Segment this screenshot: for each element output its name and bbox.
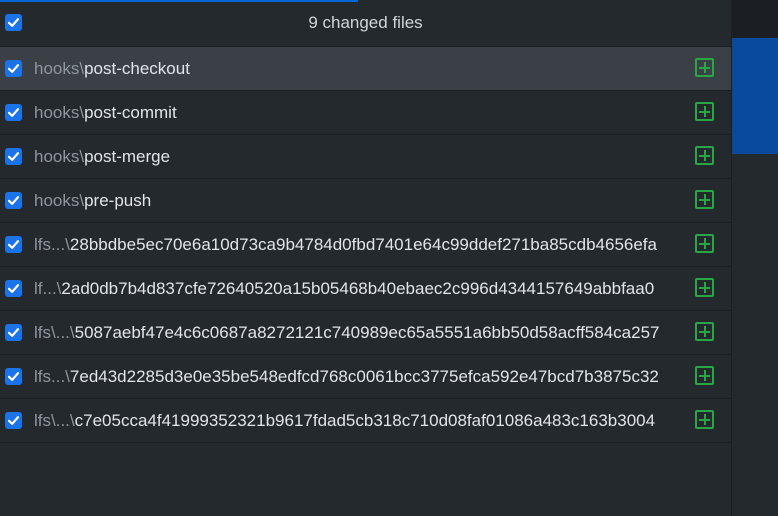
file-path: lf...\2ad0db7b4d837cfe72640520a15b05468b… <box>34 267 654 310</box>
file-checkbox[interactable] <box>5 412 22 429</box>
file-path: hooks\post-merge <box>34 135 170 178</box>
diff-pane-header <box>732 0 778 38</box>
file-checkbox[interactable] <box>5 60 22 77</box>
file-checkbox[interactable] <box>5 104 22 121</box>
checkmark-icon <box>7 416 20 425</box>
file-path: hooks\post-commit <box>34 91 177 134</box>
checkmark-icon <box>7 372 20 381</box>
changed-files-list: hooks\post-checkout hooks\post-commit hook… <box>0 47 731 443</box>
plus-square-icon <box>695 58 714 77</box>
changes-panel: 9 changed files hooks\post-checkout hooks… <box>0 0 732 516</box>
file-name: 2ad0db7b4d837cfe72640520a15b05468b40ebae… <box>61 279 655 298</box>
plus-square-icon <box>695 146 714 165</box>
plus-square-icon <box>695 102 714 121</box>
file-row[interactable]: lfs...\7ed43d2285d3e0e35be548edfcd768c00… <box>0 355 731 399</box>
diff-pane-highlight <box>732 38 778 154</box>
checkmark-icon <box>7 152 20 161</box>
select-all-checkbox[interactable] <box>5 14 22 31</box>
file-directory: lfs\...\ <box>34 323 75 342</box>
file-path: lfs...\7ed43d2285d3e0e35be548edfcd768c00… <box>34 355 659 398</box>
file-name: 7ed43d2285d3e0e35be548edfcd768c0061bcc37… <box>69 367 659 386</box>
checkmark-icon <box>7 196 20 205</box>
file-row[interactable]: lfs\...\5087aebf47e4c6c0687a8272121c7409… <box>0 311 731 355</box>
file-name: pre-push <box>84 191 152 210</box>
file-directory: hooks\ <box>34 191 85 210</box>
file-name: 5087aebf47e4c6c0687a8272121c740989ec65a5… <box>74 323 660 342</box>
progress-accent-bar <box>0 0 358 2</box>
file-name: post-commit <box>84 103 177 122</box>
file-row[interactable]: lfs...\28bbdbe5ec70e6a10d73ca9b4784d0fbd… <box>0 223 731 267</box>
file-checkbox[interactable] <box>5 324 22 341</box>
file-name: post-merge <box>84 147 171 166</box>
plus-square-icon <box>695 234 714 253</box>
file-directory: lfs...\ <box>34 235 70 254</box>
file-row[interactable]: hooks\pre-push <box>0 179 731 223</box>
checkmark-icon <box>7 18 20 27</box>
checkmark-icon <box>7 64 20 73</box>
diff-pane <box>732 0 778 516</box>
app-window: 9 changed files hooks\post-checkout hooks… <box>0 0 778 516</box>
file-row[interactable]: lf...\2ad0db7b4d837cfe72640520a15b05468b… <box>0 267 731 311</box>
file-row[interactable]: hooks\post-checkout <box>0 47 731 91</box>
file-path: lfs\...\c7e05cca4f41999352321b9617fdad5c… <box>34 399 655 442</box>
file-checkbox[interactable] <box>5 148 22 165</box>
file-name: c7e05cca4f41999352321b9617fdad5cb318c710… <box>74 411 656 430</box>
plus-square-icon <box>695 366 714 385</box>
file-row[interactable]: lfs\...\c7e05cca4f41999352321b9617fdad5c… <box>0 399 731 443</box>
checkmark-icon <box>7 108 20 117</box>
file-path: lfs...\28bbdbe5ec70e6a10d73ca9b4784d0fbd… <box>34 223 657 266</box>
plus-square-icon <box>695 322 714 341</box>
plus-square-icon <box>695 278 714 297</box>
file-name: 28bbdbe5ec70e6a10d73ca9b4784d0fbd7401e64… <box>69 235 657 254</box>
file-directory: lfs\...\ <box>34 411 75 430</box>
file-checkbox[interactable] <box>5 236 22 253</box>
plus-square-icon <box>695 410 714 429</box>
checkmark-icon <box>7 240 20 249</box>
file-directory: hooks\ <box>34 103 85 122</box>
file-name: post-checkout <box>84 59 190 78</box>
plus-square-icon <box>695 190 714 209</box>
file-row[interactable]: hooks\post-merge <box>0 135 731 179</box>
changed-files-count: 9 changed files <box>308 13 423 32</box>
file-directory: lf...\ <box>34 279 62 298</box>
file-checkbox[interactable] <box>5 280 22 297</box>
file-checkbox[interactable] <box>5 192 22 209</box>
file-checkbox[interactable] <box>5 368 22 385</box>
changes-header: 9 changed files <box>0 0 731 47</box>
file-directory: lfs...\ <box>34 367 70 386</box>
file-path: lfs\...\5087aebf47e4c6c0687a8272121c7409… <box>34 311 660 354</box>
checkmark-icon <box>7 284 20 293</box>
file-row[interactable]: hooks\post-commit <box>0 91 731 135</box>
file-directory: hooks\ <box>34 147 85 166</box>
file-path: hooks\pre-push <box>34 179 151 222</box>
checkmark-icon <box>7 328 20 337</box>
file-path: hooks\post-checkout <box>34 47 190 90</box>
file-directory: hooks\ <box>34 59 85 78</box>
